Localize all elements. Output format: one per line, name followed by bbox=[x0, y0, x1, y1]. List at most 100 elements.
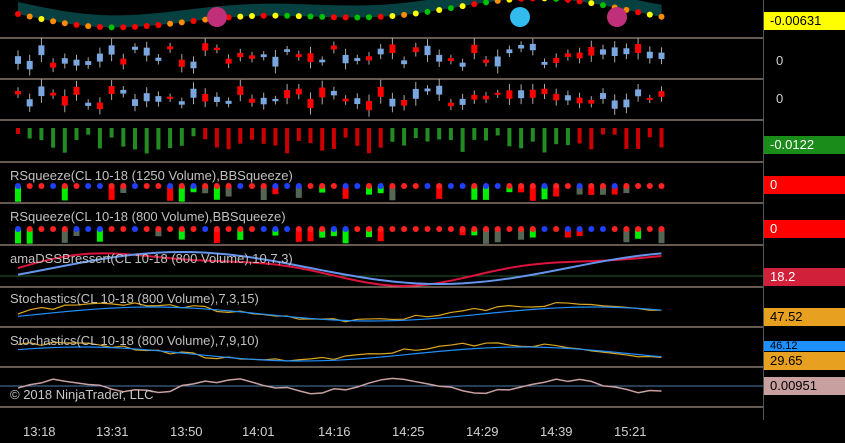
candle-body bbox=[611, 47, 618, 56]
candle-body bbox=[190, 88, 197, 98]
candle-body bbox=[506, 90, 513, 99]
candle-body bbox=[26, 60, 33, 70]
candle-body bbox=[354, 98, 361, 105]
squeeze-dot bbox=[576, 226, 583, 232]
candle-body bbox=[15, 56, 21, 64]
squeeze-dot bbox=[646, 183, 653, 189]
candle-body bbox=[494, 92, 501, 95]
candle-body bbox=[658, 91, 665, 97]
candle-body bbox=[447, 102, 454, 107]
histogram-bar bbox=[296, 128, 301, 141]
candle-body bbox=[249, 55, 255, 59]
histogram-bar bbox=[214, 128, 219, 148]
squeeze-dot bbox=[611, 226, 618, 232]
candle-body bbox=[284, 90, 291, 99]
candle-body bbox=[272, 98, 279, 102]
squeeze-dot bbox=[319, 183, 326, 189]
price-dot bbox=[190, 17, 197, 24]
squeeze-dot bbox=[588, 226, 595, 232]
price-dot bbox=[38, 16, 45, 23]
histogram-bar bbox=[519, 128, 524, 149]
time-label: 14:29 bbox=[466, 424, 499, 439]
signal-marker bbox=[510, 7, 530, 27]
time-label: 14:39 bbox=[540, 424, 573, 439]
histogram-bar bbox=[62, 128, 67, 153]
squeeze-dot bbox=[377, 226, 384, 232]
histogram-bar bbox=[554, 128, 559, 145]
panel-label-stochastics-2: Stochastics(CL 10-18 (800 Volume),7,9,10… bbox=[10, 333, 259, 348]
histogram-bar bbox=[472, 128, 477, 140]
candle-body bbox=[73, 86, 80, 95]
histogram-bar bbox=[507, 128, 512, 147]
axis-value-panel-2: 0 bbox=[776, 53, 784, 68]
squeeze-dot bbox=[436, 183, 443, 189]
squeeze-dot bbox=[237, 226, 244, 232]
time-label: 15:21 bbox=[614, 424, 647, 439]
stochastics-d-line bbox=[17, 306, 662, 322]
candle-body bbox=[237, 86, 244, 95]
candle-body bbox=[658, 52, 665, 59]
squeeze-dot bbox=[518, 226, 525, 232]
squeeze-dot bbox=[494, 226, 501, 232]
squeeze-dot bbox=[96, 183, 103, 189]
price-dot bbox=[237, 13, 244, 20]
stochastics-d-line bbox=[17, 346, 662, 362]
squeeze-dot bbox=[600, 183, 606, 189]
squeeze-dot bbox=[553, 183, 560, 189]
candle-body bbox=[366, 101, 372, 111]
squeeze-dot bbox=[202, 183, 209, 189]
histogram-bar bbox=[589, 128, 594, 150]
histogram-bar bbox=[121, 128, 126, 147]
squeeze-dot bbox=[401, 183, 408, 189]
candle-body bbox=[529, 43, 536, 51]
price-dot bbox=[518, 0, 524, 2]
histogram-bar bbox=[647, 128, 652, 138]
price-dot bbox=[15, 11, 21, 17]
histogram-bar bbox=[495, 128, 500, 136]
candle-body bbox=[85, 61, 92, 65]
histogram-bar bbox=[27, 128, 32, 139]
price-dot bbox=[412, 10, 419, 17]
price-dot bbox=[284, 12, 291, 19]
price-dot bbox=[342, 14, 349, 21]
squeeze-dot bbox=[295, 183, 302, 189]
histogram-bar bbox=[97, 128, 102, 149]
histogram-bar bbox=[425, 128, 430, 142]
squeeze-dot bbox=[600, 226, 606, 232]
candle-body bbox=[366, 56, 372, 61]
panel-label-rsqueeze-1250: RSqueeze(CL 10-18 (1250 Volume),BBSqueez… bbox=[10, 168, 293, 183]
squeeze-dot bbox=[459, 226, 466, 232]
squeeze-dot bbox=[237, 183, 244, 189]
candle-body bbox=[471, 94, 478, 100]
candle-body bbox=[143, 47, 150, 56]
candle-body bbox=[108, 86, 115, 94]
candle-body bbox=[576, 97, 583, 104]
candle-body bbox=[564, 95, 571, 101]
candle-body bbox=[459, 62, 466, 67]
histogram-bar bbox=[156, 128, 161, 150]
candle-body bbox=[307, 98, 314, 109]
price-dot bbox=[272, 12, 279, 19]
histogram-bar bbox=[308, 128, 313, 144]
squeeze-dot bbox=[541, 226, 548, 232]
squeeze-dot bbox=[225, 183, 232, 189]
squeeze-dot bbox=[225, 226, 232, 232]
squeeze-dot bbox=[61, 183, 68, 189]
squeeze-dot bbox=[389, 226, 396, 232]
axis-value-panel-3: 0 bbox=[776, 91, 784, 106]
squeeze-dot bbox=[623, 183, 630, 189]
candle-body bbox=[120, 58, 127, 65]
candle-body bbox=[518, 90, 525, 99]
squeeze-dot bbox=[471, 183, 478, 189]
candle-body bbox=[249, 98, 255, 103]
price-dot bbox=[494, 0, 501, 4]
squeeze-dot bbox=[494, 183, 501, 189]
price-dot bbox=[401, 11, 408, 18]
candle-body bbox=[401, 60, 408, 65]
squeeze-dot bbox=[658, 183, 665, 189]
price-dot bbox=[132, 23, 138, 30]
candle-body bbox=[541, 88, 548, 95]
candle-body bbox=[424, 88, 431, 92]
squeeze-dot bbox=[213, 226, 220, 232]
time-label: 13:50 bbox=[170, 424, 203, 439]
